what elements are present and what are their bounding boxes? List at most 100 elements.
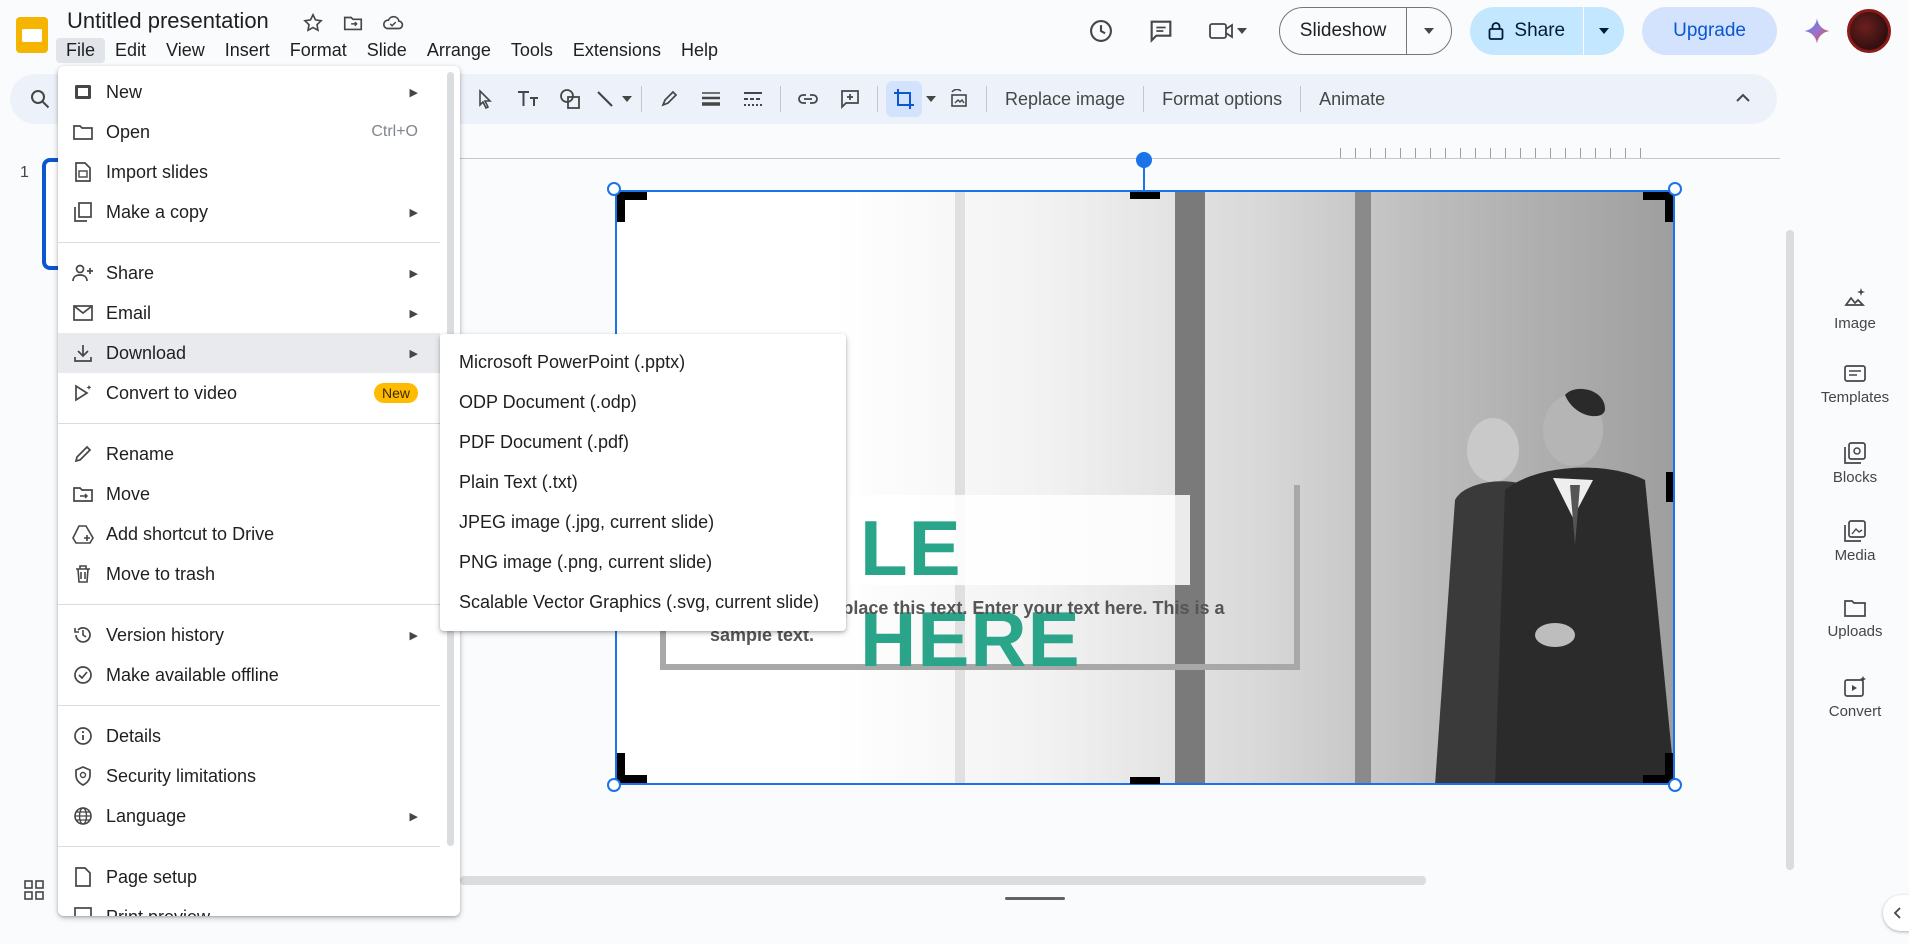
crop-handle-bottom[interactable] (1130, 777, 1160, 784)
menu-item-version-history[interactable]: Version history ▶ (58, 615, 440, 655)
select-cursor-icon[interactable] (465, 78, 507, 120)
side-panel-media[interactable]: Media (1815, 519, 1895, 597)
meet-button[interactable] (1197, 7, 1257, 55)
resize-handle-top-right[interactable] (1668, 182, 1682, 196)
submenu-arrow-icon: ▶ (409, 810, 418, 823)
menu-item-page-setup[interactable]: Page setup (58, 857, 440, 897)
crop-handle-right[interactable] (1666, 472, 1673, 502)
download-txt[interactable]: Plain Text (.txt) (440, 462, 846, 502)
resize-handle-bottom-left[interactable] (607, 778, 621, 792)
share-button[interactable]: Share (1470, 7, 1585, 55)
collapse-side-panel-button[interactable] (1883, 895, 1909, 931)
menu-item-move-to-trash[interactable]: Move to trash (58, 554, 440, 594)
slideshow-button[interactable]: Slideshow (1280, 8, 1408, 54)
menu-item-print-preview[interactable]: Print preview (58, 897, 440, 916)
resize-handle-top-left[interactable] (607, 182, 621, 196)
text-box-icon[interactable] (507, 78, 549, 120)
menu-item-security-limitations[interactable]: Security limitations (58, 756, 440, 796)
share-person-icon (72, 262, 94, 284)
crop-handle-top-left[interactable] (617, 192, 647, 222)
menu-edit[interactable]: Edit (105, 38, 156, 63)
horizontal-scrollbar[interactable] (460, 876, 1426, 885)
menu-item-move[interactable]: Move (58, 474, 440, 514)
slideshow-options-button[interactable] (1407, 8, 1451, 54)
side-panel-templates[interactable]: Templates (1815, 363, 1895, 441)
menu-item-language[interactable]: Language ▶ (58, 796, 440, 836)
menu-item-download[interactable]: Download ▶ (58, 333, 440, 373)
crop-handle-top-right[interactable] (1643, 192, 1673, 222)
resize-handle-bottom-right[interactable] (1668, 778, 1682, 792)
crop-handle-bottom-left[interactable] (617, 753, 647, 783)
crop-handle-top[interactable] (1130, 192, 1160, 199)
menu-item-label: Language (106, 805, 187, 826)
border-weight-icon[interactable] (690, 78, 732, 120)
menu-item-share[interactable]: Share ▶ (58, 253, 440, 293)
share-options-button[interactable] (1584, 7, 1624, 55)
speaker-notes-drag-handle[interactable] (1005, 897, 1065, 900)
upgrade-button[interactable]: Upgrade (1642, 7, 1777, 55)
menu-extensions[interactable]: Extensions (563, 38, 671, 63)
chevron-down-icon[interactable] (924, 78, 938, 120)
gemini-icon[interactable] (1797, 11, 1837, 51)
search-icon[interactable] (30, 89, 50, 114)
menu-arrange[interactable]: Arrange (417, 38, 501, 63)
rotate-handle[interactable] (1136, 152, 1152, 168)
menu-item-convert-to-video[interactable]: Convert to video New (58, 373, 440, 413)
download-pptx[interactable]: Microsoft PowerPoint (.pptx) (440, 342, 846, 382)
menu-slide[interactable]: Slide (357, 38, 417, 63)
shape-icon[interactable] (549, 78, 591, 120)
menu-help[interactable]: Help (671, 38, 728, 63)
move-folder-icon[interactable] (340, 10, 366, 36)
vertical-scrollbar[interactable] (1786, 230, 1794, 870)
border-dash-icon[interactable] (732, 78, 774, 120)
reset-image-icon[interactable] (938, 78, 980, 120)
side-panel-blocks[interactable]: Blocks (1815, 441, 1895, 519)
download-odp[interactable]: ODP Document (.odp) (440, 382, 846, 422)
download-pdf[interactable]: PDF Document (.pdf) (440, 422, 846, 462)
drive-shortcut-icon (72, 523, 94, 545)
history-icon (72, 624, 94, 646)
menu-item-email[interactable]: Email ▶ (58, 293, 440, 333)
crop-handle-bottom-right[interactable] (1643, 753, 1673, 783)
grid-view-icon[interactable] (24, 880, 44, 905)
slides-logo[interactable] (12, 15, 52, 55)
menu-item-rename[interactable]: Rename (58, 434, 440, 474)
animate-button[interactable]: Animate (1307, 89, 1397, 110)
menu-item-import-slides[interactable]: Import slides (58, 152, 440, 192)
comments-button[interactable] (1137, 7, 1185, 55)
menu-item-new[interactable]: New ▶ (58, 72, 440, 112)
menu-item-label: Print preview (106, 907, 210, 917)
cloud-saved-icon[interactable] (380, 10, 406, 36)
download-svg[interactable]: Scalable Vector Graphics (.svg, current … (440, 582, 846, 622)
chevron-down-icon[interactable] (619, 78, 635, 120)
side-panel-convert[interactable]: Convert (1815, 675, 1895, 753)
menu-item-make-available-offline[interactable]: Make available offline (58, 655, 440, 695)
crop-icon[interactable] (886, 81, 922, 117)
border-color-icon[interactable] (648, 78, 690, 120)
line-icon[interactable] (591, 78, 619, 120)
download-png[interactable]: PNG image (.png, current slide) (440, 542, 846, 582)
menu-item-make-a-copy[interactable]: Make a copy ▶ (58, 192, 440, 232)
download-jpg[interactable]: JPEG image (.jpg, current slide) (440, 502, 846, 542)
star-icon[interactable] (300, 10, 326, 36)
menu-item-details[interactable]: Details (58, 716, 440, 756)
menu-item-open[interactable]: Open Ctrl+O (58, 112, 440, 152)
link-icon[interactable] (787, 78, 829, 120)
version-history-button[interactable] (1077, 7, 1125, 55)
format-options-button[interactable]: Format options (1150, 89, 1294, 110)
menu-file[interactable]: File (56, 37, 106, 63)
menu-item-add-shortcut-to-drive[interactable]: Add shortcut to Drive (58, 514, 440, 554)
document-title[interactable]: Untitled presentation (67, 8, 269, 34)
add-comment-icon[interactable] (829, 78, 871, 120)
menu-format[interactable]: Format (280, 38, 357, 63)
side-panel-image[interactable]: Image (1815, 285, 1895, 363)
account-avatar[interactable] (1847, 9, 1891, 53)
menu-tools[interactable]: Tools (501, 38, 563, 63)
collapse-toolbar-icon[interactable] (1735, 88, 1751, 108)
replace-image-button[interactable]: Replace image (993, 89, 1137, 110)
menu-view[interactable]: View (156, 38, 215, 63)
convert-video-icon (72, 382, 94, 404)
menu-insert[interactable]: Insert (215, 38, 280, 63)
side-panel-uploads[interactable]: Uploads (1815, 597, 1895, 675)
submenu-arrow-icon: ▶ (409, 629, 418, 642)
